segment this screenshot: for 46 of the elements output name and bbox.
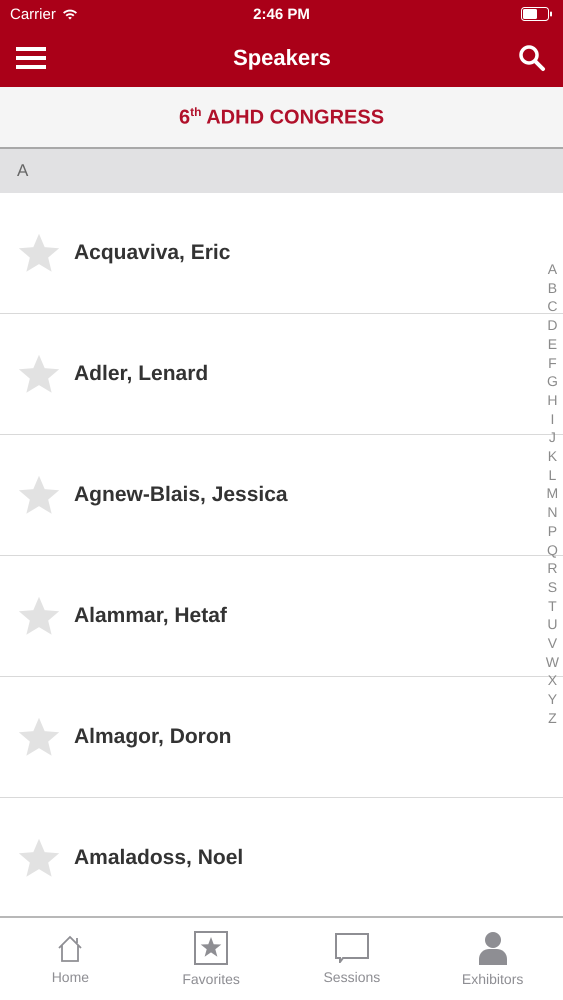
carrier-label: Carrier (10, 6, 56, 22)
index-letter[interactable]: Y (548, 690, 558, 709)
index-letter[interactable]: R (547, 559, 558, 578)
index-letter[interactable]: G (546, 372, 558, 391)
index-letter[interactable]: S (548, 578, 558, 597)
congress-title: 6$^{th}$ ADHD CONGRESS (178, 104, 384, 130)
index-letter[interactable]: H (547, 390, 558, 410)
index-letter[interactable]: I (550, 410, 554, 428)
screen-title: Speakers (233, 44, 331, 70)
index-letter[interactable]: E (548, 334, 558, 354)
index-letter[interactable]: Q (546, 540, 558, 560)
speaker-name: Acquaviva, Eric (74, 241, 230, 265)
tab[interactable]: Exhibitors (422, 918, 563, 1000)
index-letter[interactable]: T (548, 596, 557, 616)
index-letter[interactable]: W (546, 652, 559, 672)
speaker-name: Almagor, Doron (74, 725, 232, 749)
section-letter: A (17, 161, 28, 181)
index-letter[interactable]: C (547, 297, 558, 316)
wifi-icon (62, 8, 78, 20)
index-letter[interactable]: A (548, 260, 558, 279)
tab[interactable]: Favorites (140, 918, 282, 1000)
speech-bubble-icon (334, 933, 369, 963)
index-letter[interactable]: J (548, 428, 556, 448)
person-icon (478, 931, 508, 965)
speaker-name: Amaladoss, Noel (74, 846, 244, 870)
speaker-name: Alammar, Hetaf (74, 604, 227, 628)
status-time: 2:46 PM (253, 6, 310, 22)
index-letter[interactable]: V (548, 634, 558, 653)
index-letter[interactable]: Z (548, 708, 557, 728)
index-letter[interactable]: M (546, 484, 558, 504)
index-letter[interactable]: D (547, 316, 558, 335)
index-letter[interactable]: L (548, 466, 556, 484)
index-letter[interactable]: B (548, 278, 558, 298)
index-letter[interactable]: F (548, 354, 557, 372)
speaker-name: Agnew-Blais, Jessica (74, 483, 288, 507)
tab[interactable]: Sessions (282, 918, 422, 1000)
speaker-name: Adler, Lenard (74, 362, 208, 386)
index-letter[interactable]: P (548, 522, 558, 541)
index-letter[interactable]: X (548, 671, 558, 690)
battery-icon (521, 7, 553, 21)
index-letter[interactable]: K (548, 447, 558, 466)
menu-icon[interactable] (16, 46, 46, 68)
index-letter[interactable]: N (547, 503, 558, 522)
search-icon[interactable] (518, 44, 546, 72)
index-letter[interactable]: U (547, 615, 558, 634)
tab[interactable]: Home (0, 918, 141, 1000)
